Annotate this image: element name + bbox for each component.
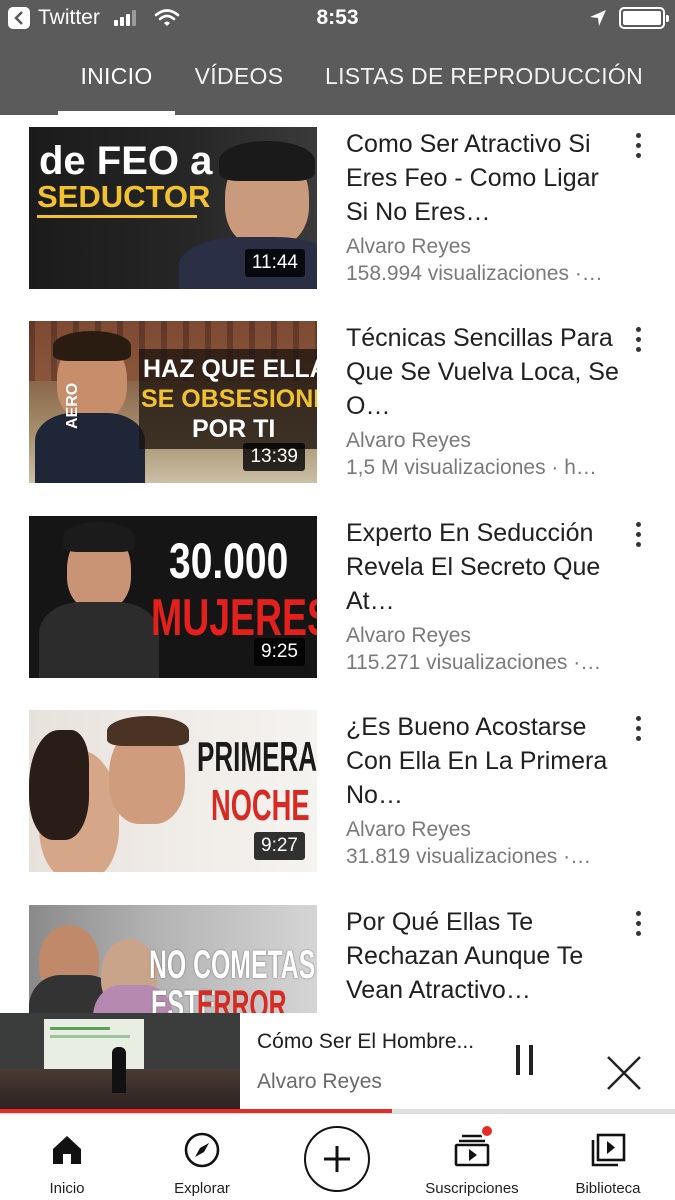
- tab-listas[interactable]: LISTAS DE REPRODUCCIÓN: [318, 38, 650, 115]
- nav-label: Explorar: [174, 1180, 230, 1197]
- signal-icon: [113, 10, 136, 26]
- status-bar: Twitter 8:53: [0, 0, 675, 38]
- video-thumbnail[interactable]: NO COMETAS ESTE ERROR: [29, 905, 317, 1015]
- battery-icon: [619, 7, 669, 29]
- mini-player-thumbnail[interactable]: [0, 1013, 240, 1109]
- nav-label: Inicio: [49, 1180, 85, 1197]
- thumbnail-hair: [53, 331, 131, 361]
- video-channel: Alvaro Reyes: [346, 624, 471, 647]
- thumbnail-text: SEDUCTOR: [37, 179, 211, 214]
- video-item[interactable]: PRIMERA NOCHE 9:27 ¿Es Bueno Acostarse C…: [0, 698, 675, 872]
- wifi-icon: [154, 9, 180, 26]
- back-arrow-icon: [8, 7, 30, 29]
- mini-player-title[interactable]: Cómo Ser El Hombre...: [257, 1030, 487, 1054]
- subscriptions-icon: [452, 1124, 494, 1170]
- thumbnail-hair: [29, 730, 89, 840]
- back-to-app[interactable]: Twitter: [8, 6, 180, 30]
- thumbnail-underline: [37, 215, 197, 218]
- nav-label: Suscripciones: [425, 1180, 519, 1197]
- more-options-icon[interactable]: [628, 911, 648, 947]
- video-thumbnail[interactable]: 30.000 MUJERES 9:25: [29, 516, 317, 678]
- back-app-label: Twitter: [38, 6, 100, 29]
- video-channel: Alvaro Reyes: [346, 235, 471, 258]
- pause-icon[interactable]: [506, 1045, 542, 1081]
- thumbnail-text: de FEO a: [39, 139, 213, 183]
- duration-badge: 11:44: [244, 249, 305, 277]
- nav-biblioteca[interactable]: Biblioteca: [566, 1114, 650, 1200]
- home-icon: [53, 1136, 81, 1164]
- video-title[interactable]: Técnicas Sencillas Para Que Se Vuelva Lo…: [346, 321, 628, 423]
- tab-videos[interactable]: VÍDEOS: [184, 38, 294, 115]
- create-button[interactable]: [304, 1126, 370, 1192]
- thumbnail-text: POR TI: [192, 415, 276, 443]
- thumbnail-text: ERROR: [197, 983, 287, 1015]
- plus-icon: [324, 1146, 350, 1172]
- nav-explorar[interactable]: Explorar: [162, 1114, 242, 1200]
- video-item[interactable]: de FEO a SEDUCTOR 11:44 Como Ser Atracti…: [0, 115, 675, 289]
- tab-inicio[interactable]: INICIO: [58, 38, 175, 115]
- video-title[interactable]: Experto En Seducción Revela El Secreto Q…: [346, 516, 628, 618]
- duration-badge: 9:25: [254, 638, 305, 666]
- thumbnail-text: 30.000: [169, 533, 289, 589]
- notification-dot: [480, 1124, 494, 1138]
- video-item[interactable]: AERO HAZ QUE ELLA SE OBSESIONE POR TI 13…: [0, 309, 675, 483]
- video-item[interactable]: 30.000 MUJERES 9:25 Experto En Seducción…: [0, 504, 675, 678]
- thumbnail-text: HAZ QUE ELLA: [143, 355, 317, 383]
- more-options-icon[interactable]: [628, 716, 648, 752]
- library-icon: [591, 1133, 626, 1167]
- video-title[interactable]: Como Ser Atractivo Si Eres Feo - Como Li…: [346, 127, 628, 229]
- more-options-icon[interactable]: [628, 522, 648, 558]
- video-thumbnail[interactable]: AERO HAZ QUE ELLA SE OBSESIONE POR TI 13…: [29, 321, 317, 483]
- thumbnail-shirt: [35, 413, 145, 483]
- video-title[interactable]: ¿Es Bueno Acostarse Con Ella En La Prime…: [346, 710, 628, 812]
- location-icon: [590, 10, 606, 26]
- video-views: 31.819 visualizaciones ·…: [346, 845, 592, 868]
- duration-badge: 9:27: [254, 832, 305, 860]
- speaker-figure: [112, 1047, 126, 1093]
- video-title[interactable]: Por Qué Ellas Te Rechazan Aunque Te Vean…: [346, 905, 628, 1007]
- nav-inicio[interactable]: Inicio: [37, 1114, 97, 1200]
- video-list: de FEO a SEDUCTOR 11:44 Como Ser Atracti…: [0, 115, 675, 1015]
- thumbnail-text: NOCHE: [211, 781, 310, 830]
- thumbnail-hair: [107, 716, 189, 746]
- video-views: 158.994 visualizaciones ·…: [346, 262, 603, 285]
- duration-badge: 13:39: [243, 443, 305, 471]
- close-icon[interactable]: [604, 1053, 644, 1093]
- thumbnail-text: SE OBSESIONE: [141, 385, 317, 413]
- video-views: 1,5 M visualizaciones · h…: [346, 456, 597, 479]
- video-channel: Alvaro Reyes: [346, 818, 471, 841]
- video-item[interactable]: NO COMETAS ESTE ERROR Por Qué Ellas Te R…: [0, 893, 675, 1015]
- video-thumbnail[interactable]: PRIMERA NOCHE 9:27: [29, 710, 317, 872]
- channel-tabs: INICIO VÍDEOS LISTAS DE REPRODUCCIÓN: [0, 38, 675, 115]
- nav-label: Biblioteca: [575, 1180, 641, 1197]
- thumbnail-hair: [219, 141, 315, 181]
- video-channel: Alvaro Reyes: [346, 429, 471, 452]
- video-thumbnail[interactable]: de FEO a SEDUCTOR 11:44: [29, 127, 317, 289]
- thumbnail-text: PRIMERA: [197, 733, 317, 780]
- bottom-navigation: Inicio Explorar Suscripciones Biblioteca: [0, 1113, 675, 1200]
- mini-player-channel: Alvaro Reyes: [257, 1070, 382, 1093]
- nav-suscripciones[interactable]: Suscripciones: [420, 1114, 524, 1200]
- more-options-icon[interactable]: [628, 327, 648, 363]
- video-views: 115.271 visualizaciones ·…: [346, 651, 602, 674]
- projector-screen: [44, 1019, 144, 1071]
- mini-player[interactable]: Cómo Ser El Hombre... Alvaro Reyes: [0, 1013, 675, 1113]
- thumbnail-shirt: [39, 602, 159, 678]
- thumbnail-text: NO COMETAS: [149, 943, 316, 987]
- thumbnail-text: AERO: [64, 382, 81, 429]
- more-options-icon[interactable]: [628, 133, 648, 169]
- compass-icon: [184, 1132, 220, 1168]
- thumbnail-text: MUJERES: [151, 589, 317, 647]
- thumbnail-hair: [63, 522, 135, 552]
